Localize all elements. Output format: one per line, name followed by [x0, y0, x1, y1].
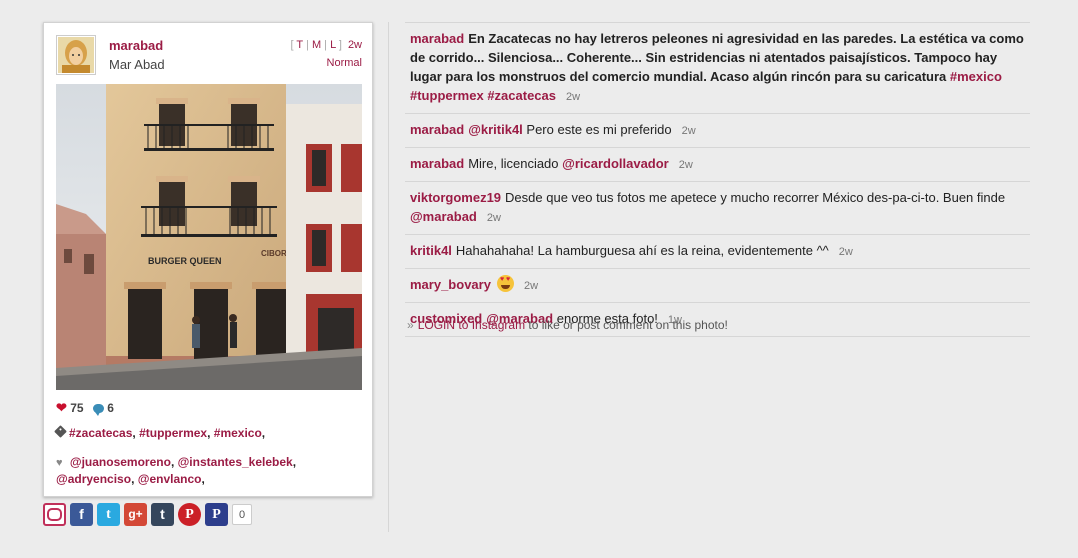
- tag-link[interactable]: #tuppermex: [139, 426, 207, 440]
- post-age: 2w: [347, 39, 362, 51]
- mention-link[interactable]: @kritik4l: [468, 122, 523, 137]
- comment-user[interactable]: mary_bovary: [410, 277, 491, 292]
- comment-text: En Zacatecas no hay letreros peleones ni…: [410, 31, 1024, 103]
- comment-time: 2w: [523, 280, 539, 292]
- heart-icon: ♥: [56, 457, 63, 469]
- hashtag-link[interactable]: #tuppermex: [410, 88, 484, 103]
- comment-time: 2w: [566, 91, 581, 103]
- tag-link[interactable]: #mexico: [214, 426, 262, 440]
- comment-time: 2w: [681, 125, 696, 137]
- size-link-m[interactable]: M: [312, 39, 321, 51]
- comment: viktorgomez19 Desde que veo tus fotos me …: [405, 181, 1030, 234]
- login-text: to like or post comment on this photo!: [525, 318, 728, 332]
- comment-text: Mire, licenciado: [468, 156, 563, 171]
- comment-text: Hahahahaha! La hamburguesa ahí es la rei…: [455, 243, 829, 258]
- login-link[interactable]: LOGIN to Instagram: [418, 318, 525, 332]
- mention-link[interactable]: @marabad: [410, 209, 477, 224]
- login-prompt: » LOGIN to Instagram to like or post comm…: [407, 318, 728, 332]
- twitter-icon[interactable]: t: [97, 503, 120, 526]
- photo-sign-burger: BURGER QUEEN: [148, 256, 222, 266]
- comment-user[interactable]: viktorgomez19: [410, 190, 501, 205]
- facebook-icon[interactable]: f: [70, 503, 93, 526]
- tumblr-icon[interactable]: t: [151, 503, 174, 526]
- comment-user[interactable]: marabad: [410, 31, 464, 46]
- photo-card: marabad Mar Abad [ T | M | L ]2w Normal: [43, 22, 373, 497]
- google-plus-icon[interactable]: g+: [124, 503, 147, 526]
- share-bar: f t g+ t P P 0: [43, 503, 252, 527]
- comment: marabad Mire, licenciado @ricardollavador…: [405, 147, 1030, 181]
- pinterest-alt-icon[interactable]: P: [205, 503, 228, 526]
- pinterest-icon[interactable]: P: [178, 503, 201, 526]
- liker-list: ♥ @juanosemoreno, @instantes_kelebek, @a…: [56, 455, 297, 486]
- post-tags: #zacatecas, #tuppermex, #mexico,: [54, 425, 265, 440]
- hashtag-link[interactable]: #zacatecas: [487, 88, 556, 103]
- comment-bubble-icon: [92, 403, 104, 416]
- size-links: [ T | M | L ] 2w: [290, 39, 363, 51]
- heart-icon[interactable]: ❤: [56, 400, 67, 415]
- post-photo[interactable]: BURGER QUEEN CIBOR: [56, 84, 362, 390]
- column-divider: [388, 22, 389, 532]
- tag-link[interactable]: #zacatecas: [69, 426, 132, 440]
- comment-list: marabad En Zacatecas no hay letreros pele…: [405, 22, 1030, 337]
- comment-caption: marabad En Zacatecas no hay letreros pele…: [405, 22, 1030, 113]
- comment-time: 2w: [838, 246, 853, 258]
- comment-user[interactable]: marabad: [410, 156, 464, 171]
- filter-name: Normal: [326, 57, 362, 69]
- hashtag-link[interactable]: #mexico: [950, 69, 1002, 84]
- mention-link[interactable]: @ricardollavador: [562, 156, 669, 171]
- post-stats: ❤ 75 6: [56, 400, 114, 416]
- comment-text: Desde que veo tus fotos me apetece y muc…: [505, 190, 1006, 205]
- likes-count: 75: [70, 401, 84, 415]
- liker-link[interactable]: @envlanco: [138, 472, 202, 486]
- comment-user[interactable]: kritik4l: [410, 243, 452, 258]
- heart-eyes-emoji-icon: [496, 275, 514, 292]
- avatar[interactable]: [56, 35, 96, 75]
- instagram-share-icon[interactable]: [43, 503, 66, 526]
- comment: mary_bovary 2w: [405, 268, 1030, 302]
- comment-text-body: En Zacatecas no hay letreros peleones ni…: [410, 31, 1024, 84]
- comment-text: Pero este es mi preferido: [522, 122, 672, 137]
- share-count: 0: [232, 504, 252, 525]
- post-username[interactable]: marabad: [109, 38, 163, 53]
- liker-link[interactable]: @instantes_kelebek: [178, 455, 293, 469]
- comment-time: 2w: [486, 212, 501, 224]
- post-fullname: Mar Abad: [109, 57, 165, 72]
- comment-user[interactable]: marabad: [410, 122, 464, 137]
- liker-link[interactable]: @adryenciso: [56, 472, 131, 486]
- comment: marabad @kritik4l Pero este es mi preferi…: [405, 113, 1030, 147]
- tag-icon: [54, 425, 67, 438]
- arrow-icon: »: [407, 318, 414, 332]
- photo-sign-cibor: CIBOR: [261, 249, 287, 258]
- comment-time: 2w: [678, 159, 693, 171]
- liker-link[interactable]: @juanosemoreno: [70, 455, 171, 469]
- comment: kritik4l Hahahahaha! La hamburguesa ahí e…: [405, 234, 1030, 268]
- comments-count: 6: [107, 401, 114, 415]
- card-header: marabad Mar Abad [ T | M | L ] 2w Normal: [56, 35, 362, 79]
